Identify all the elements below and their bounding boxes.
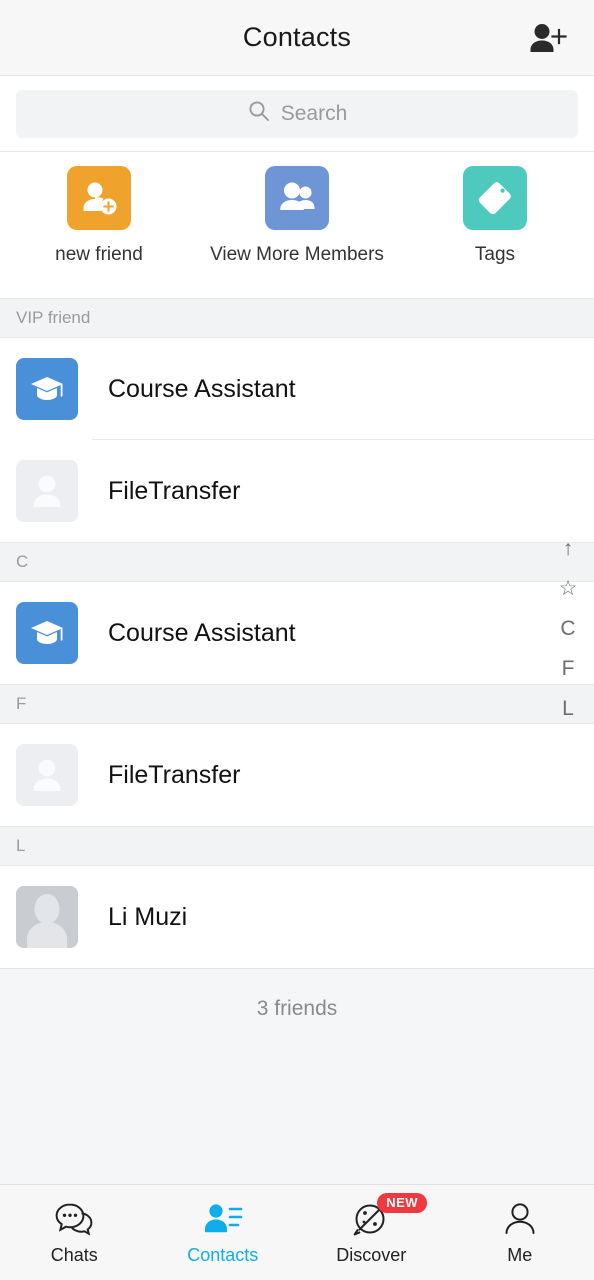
shortcut-label: new friend	[55, 244, 143, 265]
person-add-icon	[67, 166, 131, 230]
index-item-f[interactable]: F	[552, 658, 584, 679]
photo-silhouette-avatar	[16, 886, 78, 948]
tag-icon	[463, 166, 527, 230]
contact-row[interactable]: Course Assistant	[0, 338, 594, 440]
index-item-top-arrow[interactable]: ↑	[552, 538, 584, 559]
tab-label: Me	[507, 1245, 533, 1265]
section-header-c: C	[0, 542, 594, 582]
shortcut-label: View More Members	[210, 244, 384, 265]
contact-row[interactable]: Course Assistant	[0, 582, 594, 684]
shortcut-tiles: new friend View More Members Tags	[0, 152, 594, 298]
contacts-person-icon	[203, 1199, 243, 1239]
search-bar-container: Search	[0, 76, 594, 152]
search-input[interactable]: Search	[16, 89, 578, 138]
tab-chats[interactable]: Chats	[0, 1185, 149, 1280]
index-item-l[interactable]: L	[552, 698, 584, 719]
graduation-cap-avatar	[16, 602, 78, 664]
discover-new-badge: NEW	[377, 1193, 428, 1213]
section-header-l: L	[0, 826, 594, 866]
search-icon	[247, 99, 271, 128]
chat-bubbles-icon	[54, 1199, 94, 1239]
shortcut-new-friend[interactable]: new friend	[0, 166, 198, 266]
shortcut-label: Tags	[474, 244, 516, 265]
alphabet-index-rail[interactable]: ↑ ☆ C F L	[552, 538, 584, 719]
contact-name: Course Assistant	[108, 618, 296, 647]
contact-name: FileTransfer	[108, 476, 241, 505]
contact-name: FileTransfer	[108, 760, 241, 789]
person-placeholder-avatar	[16, 460, 78, 522]
tab-me[interactable]: Me	[446, 1185, 594, 1280]
index-item-c[interactable]: C	[552, 618, 584, 639]
contact-name: Li Muzi	[108, 902, 188, 931]
shortcut-tags[interactable]: Tags	[396, 166, 594, 266]
bottom-tab-bar: Chats Contacts NEW Discover Me	[0, 1184, 594, 1280]
search-placeholder: Search	[280, 101, 348, 125]
list-footer: 3 friends	[0, 968, 594, 1184]
page-title: Contacts	[242, 22, 352, 52]
app-header: Contacts	[0, 0, 594, 76]
contact-row[interactable]: FileTransfer	[0, 724, 594, 826]
contact-name: Course Assistant	[108, 374, 296, 403]
contact-row[interactable]: Li Muzi	[0, 866, 594, 968]
tab-label: Discover	[336, 1245, 407, 1265]
index-item-star[interactable]: ☆	[552, 578, 584, 599]
tab-discover[interactable]: NEW Discover	[297, 1185, 446, 1280]
add-person-icon[interactable]	[522, 16, 574, 60]
shortcut-view-more-members[interactable]: View More Members	[198, 166, 396, 266]
section-header-f: F	[0, 684, 594, 724]
person-outline-icon	[500, 1199, 540, 1239]
group-icon	[265, 166, 329, 230]
person-placeholder-avatar	[16, 744, 78, 806]
tab-label: Contacts	[187, 1245, 259, 1265]
graduation-cap-avatar	[16, 358, 78, 420]
tab-label: Chats	[50, 1245, 98, 1265]
discover-planet-icon: NEW	[351, 1193, 428, 1239]
section-header-vip: VIP friend	[0, 298, 594, 338]
tab-contacts[interactable]: Contacts	[149, 1185, 298, 1280]
friends-count: 3 friends	[256, 997, 338, 1020]
contacts-screen: Contacts Search new friend View More Mem…	[0, 0, 594, 1280]
contact-row[interactable]: FileTransfer	[0, 440, 594, 542]
